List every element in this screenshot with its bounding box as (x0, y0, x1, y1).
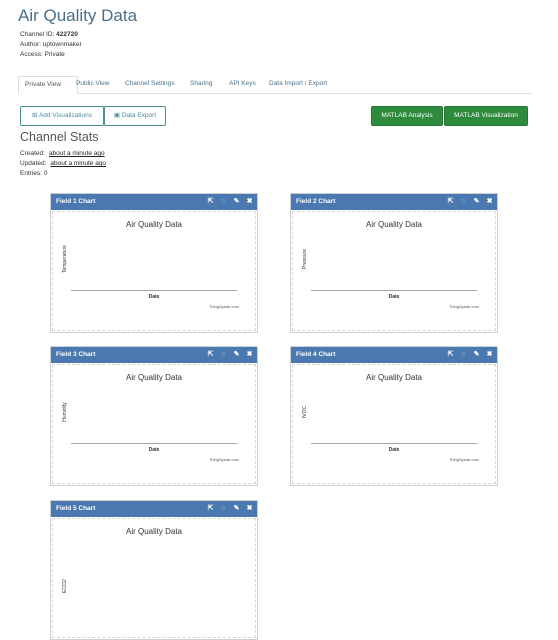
chart-title: Air Quality Data (365, 220, 423, 229)
chart-title: Air Quality Data (125, 373, 183, 382)
chart-axis (71, 443, 237, 444)
chart-ylabel: ECO2 (62, 579, 68, 593)
panel-header: Field 5 Chart ⇱ ◌ ✎ ✖ (51, 501, 257, 517)
comment-icon[interactable]: ◌ (220, 194, 227, 210)
data-export-button[interactable]: ▣ Data Export (104, 106, 166, 126)
page-title: Air Quality Data (18, 6, 138, 25)
panel-header: Field 1 Chart ⇱ ◌ ✎ ✖ (51, 194, 257, 210)
comment-icon[interactable]: ◌ (460, 347, 467, 363)
tab-private-view[interactable]: Private View (18, 76, 78, 94)
channel-meta: Channel ID: 422720 Author: uptownmaker A… (20, 30, 82, 60)
chart-title: Air Quality Data (125, 527, 183, 536)
stat-entries: Entries: 0 (20, 170, 48, 177)
pencil-icon[interactable]: ✎ (473, 347, 480, 363)
close-icon[interactable]: ✖ (246, 194, 253, 210)
chart-xlabel: Date (148, 294, 160, 300)
chart-credit[interactable]: ThingSpeak.com (209, 457, 239, 462)
comment-icon[interactable]: ◌ (220, 501, 227, 517)
external-link-icon[interactable]: ⇱ (447, 347, 454, 363)
panel-header: Field 2 Chart ⇱ ◌ ✎ ✖ (291, 194, 497, 210)
chart-ylabel: tVOC (302, 405, 308, 419)
pencil-icon[interactable]: ✎ (233, 347, 240, 363)
matlab-analysis-button[interactable]: MATLAB Analysis (371, 106, 443, 126)
stat-created: Created: about a minute ago (20, 150, 105, 157)
tab-public-view[interactable]: Public View (70, 76, 115, 92)
close-icon[interactable]: ✖ (246, 501, 253, 517)
close-icon[interactable]: ✖ (486, 194, 493, 210)
panel-header: Field 4 Chart ⇱ ◌ ✎ ✖ (291, 347, 497, 363)
chart-plot: Air Quality Data ECO2 (52, 518, 256, 638)
created-link[interactable]: about a minute ago (49, 150, 105, 157)
chart-ylabel: Pressure (302, 249, 308, 270)
pencil-icon[interactable]: ✎ (473, 194, 480, 210)
chart-xlabel: Date (388, 294, 400, 300)
close-icon[interactable]: ✖ (486, 347, 493, 363)
pencil-icon[interactable]: ✎ (233, 194, 240, 210)
field-2-chart-panel: Field 2 Chart ⇱ ◌ ✎ ✖ Air Quality Data Pres… (290, 193, 498, 333)
close-icon[interactable]: ✖ (246, 347, 253, 363)
tab-sharing[interactable]: Sharing (184, 76, 218, 92)
external-link-icon[interactable]: ⇱ (207, 194, 214, 210)
channel-id: 422720 (56, 31, 78, 38)
channel-author: Author: uptownmaker (20, 41, 82, 48)
comment-icon[interactable]: ◌ (220, 347, 227, 363)
channel-id-label: Channel ID: (20, 31, 55, 38)
chart-title: Air Quality Data (125, 220, 183, 229)
panel-header: Field 3 Chart ⇱ ◌ ✎ ✖ (51, 347, 257, 363)
field-1-chart-panel: Field 1 Chart ⇱ ◌ ✎ ✖ Air Quality Data Temp… (50, 193, 258, 333)
chart-xlabel: Date (388, 447, 400, 453)
field-3-chart-panel: Field 3 Chart ⇱ ◌ ✎ ✖ Air Quality Data Humi… (50, 346, 258, 486)
updated-link[interactable]: about a minute ago (50, 160, 106, 167)
tab-channel-settings[interactable]: Channel Settings (119, 76, 181, 92)
tab-data-import-export[interactable]: Data Import / Export (263, 76, 333, 92)
chart-axis (311, 443, 477, 444)
export-icon: ▣ (113, 112, 120, 119)
comment-icon[interactable]: ◌ (460, 194, 467, 210)
field-5-chart-panel: Field 5 Chart ⇱ ◌ ✎ ✖ Air Quality Data ECO2 (50, 500, 258, 640)
chart-xlabel: Date (148, 447, 160, 453)
chart-title: Air Quality Data (365, 373, 423, 382)
chart-axis (71, 290, 237, 291)
chart-plot: Air Quality Data Temperature Date ThingS… (52, 211, 256, 331)
chart-credit[interactable]: ThingSpeak.com (449, 304, 479, 309)
channel-access: Access: Private (20, 51, 65, 58)
pencil-icon[interactable]: ✎ (233, 501, 240, 517)
tab-api-keys[interactable]: API Keys (223, 76, 262, 92)
add-visualizations-button[interactable]: ⊞ Add Visualizations (20, 106, 104, 126)
tab-bar: Private View Public View Channel Setting… (18, 76, 532, 94)
chart-credit[interactable]: ThingSpeak.com (209, 304, 239, 309)
chart-ylabel: Temperature (62, 244, 68, 274)
external-link-icon[interactable]: ⇱ (207, 501, 214, 517)
chart-plot: Air Quality Data Humidity Date ThingSpea… (52, 364, 256, 484)
chart-axis (311, 290, 477, 291)
external-link-icon[interactable]: ⇱ (447, 194, 454, 210)
matlab-visualization-button[interactable]: MATLAB Visualization (444, 106, 528, 126)
channel-stats-heading: Channel Stats (20, 130, 99, 144)
chart-credit[interactable]: ThingSpeak.com (449, 457, 479, 462)
stat-updated: Updated: about a minute ago (20, 160, 107, 167)
chart-ylabel: Humidity (62, 402, 68, 422)
external-link-icon[interactable]: ⇱ (207, 347, 214, 363)
chart-plot: Air Quality Data Pressure Date ThingSpea… (292, 211, 496, 331)
plus-icon: ⊞ (32, 112, 38, 119)
field-4-chart-panel: Field 4 Chart ⇱ ◌ ✎ ✖ Air Quality Data tVOC… (290, 346, 498, 486)
chart-plot: Air Quality Data tVOC Date ThingSpeak.co… (292, 364, 496, 484)
